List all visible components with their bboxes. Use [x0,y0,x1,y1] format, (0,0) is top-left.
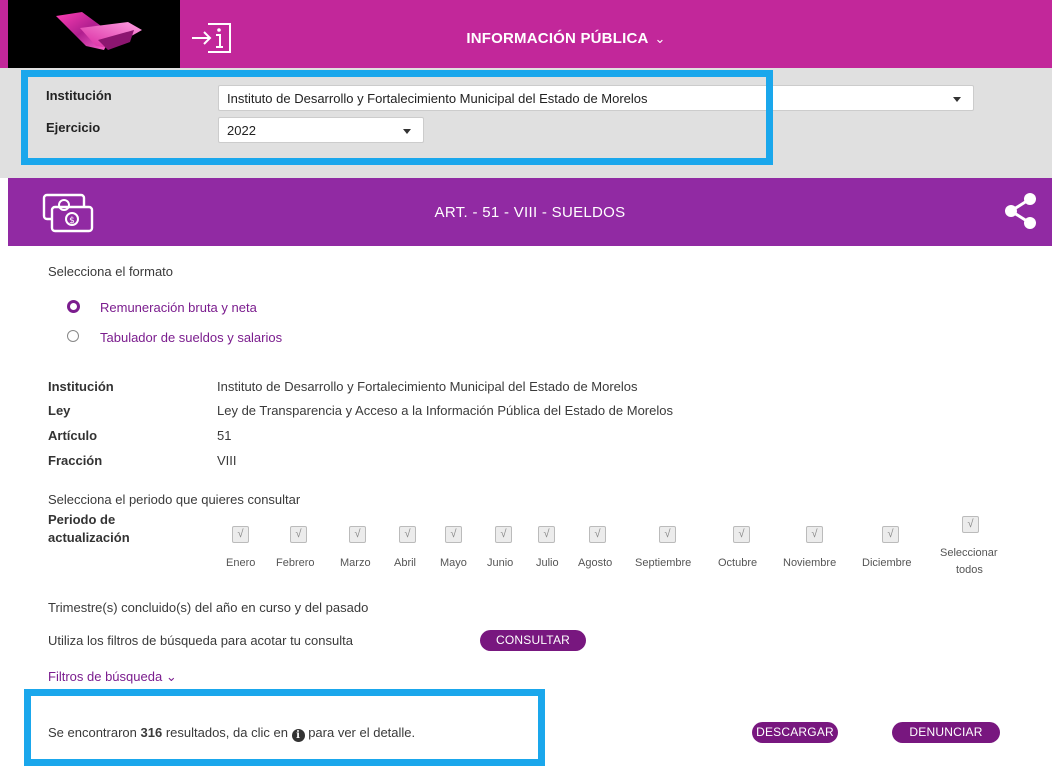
format-prompt: Selecciona el formato [48,264,174,279]
select-all-label-line2: todos [956,564,983,576]
checkbox-diciembre[interactable]: √ [882,526,899,543]
results-suffix: para ver el detalle. [304,725,416,740]
checkbox-abril[interactable]: √ [399,526,416,543]
month-label-enero: Enero [226,557,256,569]
month-label-mayo: Mayo [440,557,467,569]
share-icon[interactable] [1001,191,1039,231]
month-label-julio: Julio [536,557,559,569]
chevron-down-icon: ⌄ [654,31,666,46]
download-button[interactable]: DESCARGAR [752,722,838,743]
filters-hint: Utiliza los filtros de búsqueda para aco… [48,633,353,648]
institution-label: Institución [46,88,112,103]
filter-bar: Institución Instituto de Desarrollo y Fo… [0,68,1052,178]
info-value-institucion: Instituto de Desarrollo y Fortalecimient… [217,379,638,394]
section-title: ART. - 51 - VIII - SUELDOS [434,204,626,221]
info-label-fraccion: Fracción [48,453,103,468]
radio-remuneracion[interactable] [67,300,80,313]
month-label-diciembre: Diciembre [862,557,912,569]
year-select[interactable]: 2022 [218,117,424,143]
info-label-articulo: Artículo [48,428,98,443]
report-button[interactable]: DENUNCIAR [892,722,1000,743]
year-label: Ejercicio [46,120,101,135]
month-label-abril: Abril [394,557,417,569]
results-count: 316 [140,725,163,740]
month-label-marzo: Marzo [340,557,371,569]
month-label-junio: Junio [487,557,514,569]
results-middle: resultados, da clic en [162,725,292,740]
month-label-septiembre: Septiembre [635,557,692,569]
quarters-note: Trimestre(s) concluido(s) del año en cur… [48,600,369,615]
info-value-articulo: 51 [217,428,232,443]
option-remuneracion-label[interactable]: Remuneración bruta y neta [100,300,257,315]
month-label-febrero: Febrero [276,557,315,569]
option-tabulador-label[interactable]: Tabulador de sueldos y salarios [100,330,282,345]
caret-down-icon [953,97,961,102]
institution-select[interactable]: Instituto de Desarrollo y Fortalecimient… [218,85,974,111]
search-filters-label: Filtros de búsqueda [48,669,163,684]
results-summary: Se encontraron 316 resultados, da clic e… [48,725,415,742]
period-prompt: Selecciona el periodo que quieres consul… [48,492,301,507]
section-banner: $ ART. - 51 - VIII - SUELDOS [8,178,1052,246]
search-filters-toggle[interactable]: Filtros de búsqueda ⌄ [48,669,177,685]
info-label-institucion: Institución [48,379,114,394]
month-label-agosto: Agosto [578,557,613,569]
checkbox-octubre[interactable]: √ [733,526,750,543]
checkbox-noviembre[interactable]: √ [806,526,823,543]
select-all-label-line1: Seleccionar [940,547,998,559]
month-label-octubre: Octubre [718,557,758,569]
info-value-ley: Ley de Transparencia y Acceso a la Infor… [217,403,673,418]
period-label-line1: Periodo de [48,512,116,527]
radio-tabulador[interactable] [67,330,79,342]
year-select-value: 2022 [227,123,256,138]
checkbox-febrero[interactable]: √ [290,526,307,543]
info-label-ley: Ley [48,403,71,418]
info-circle-icon: i [291,729,305,742]
checkbox-septiembre[interactable]: √ [659,526,676,543]
top-header: INFORMACIÓN PÚBLICA ⌄ [0,0,1052,68]
month-label-noviembre: Noviembre [783,557,837,569]
consult-button[interactable]: CONSULTAR [480,630,586,651]
results-prefix: Se encontraron [48,725,141,740]
checkbox-junio[interactable]: √ [495,526,512,543]
period-label-line2: actualización [48,530,130,545]
checkbox-marzo[interactable]: √ [349,526,366,543]
info-value-fraccion: VIII [217,453,237,468]
checkbox-enero[interactable]: √ [232,526,249,543]
checkbox-mayo[interactable]: √ [445,526,462,543]
checkbox-select-all[interactable]: √ [962,516,979,533]
chevron-down-icon: ⌄ [165,669,177,684]
info-publica-menu[interactable]: INFORMACIÓN PÚBLICA ⌄ [0,30,1052,47]
checkbox-julio[interactable]: √ [538,526,555,543]
checkbox-agosto[interactable]: √ [589,526,606,543]
header-title: INFORMACIÓN PÚBLICA [466,30,649,47]
institution-select-value: Instituto de Desarrollo y Fortalecimient… [227,91,648,106]
caret-down-icon [403,129,411,134]
